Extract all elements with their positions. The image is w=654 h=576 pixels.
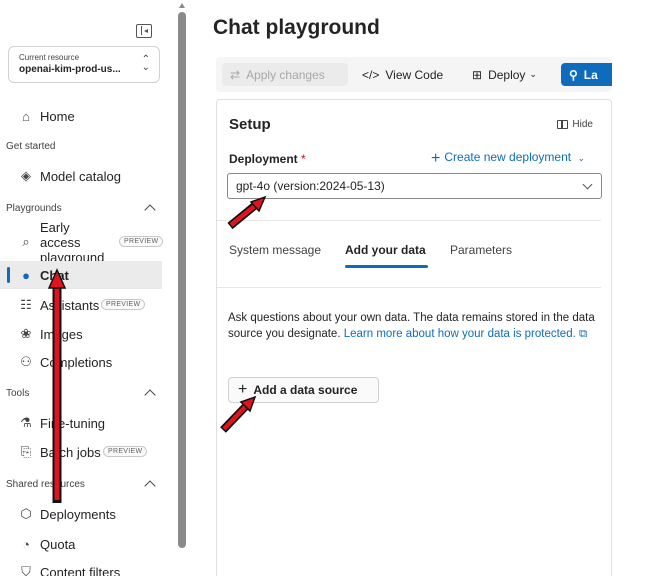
annotation-arrow-add-source: [220, 395, 257, 433]
annotation-arrow-deployment: [227, 195, 267, 230]
annotation-arrow-sidebar: [47, 268, 67, 503]
annotation-arrows: [47, 195, 267, 503]
